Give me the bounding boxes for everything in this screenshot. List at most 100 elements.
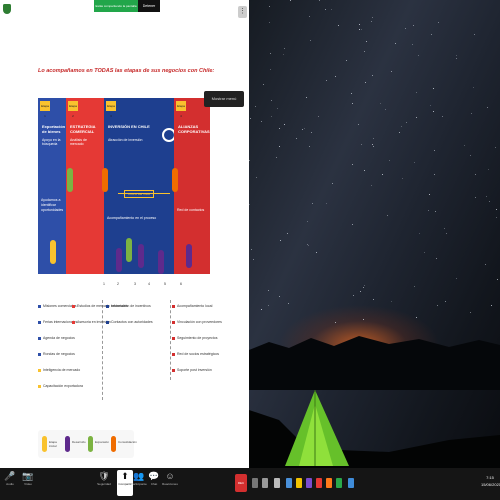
- star: [437, 305, 438, 306]
- star: [456, 55, 457, 56]
- star: [416, 92, 417, 93]
- tray-icon[interactable]: [252, 478, 258, 488]
- stage-subtitle: Atracción de inversión: [108, 138, 143, 142]
- star: [352, 103, 353, 104]
- tray-icon[interactable]: [306, 478, 312, 488]
- legend-swatch: [65, 436, 70, 452]
- participants-button[interactable]: 👥 Participantes: [131, 470, 147, 496]
- legend-swatch: [88, 436, 93, 452]
- participants-icon: 👥: [133, 471, 145, 481]
- star: [310, 40, 311, 41]
- legend: Etapa inicial Desarrollo Expansión Conso…: [38, 430, 137, 458]
- star: [424, 252, 425, 253]
- star: [445, 301, 446, 302]
- stage-tag: Etapa 1: [40, 101, 50, 118]
- marker-purple: [158, 250, 164, 274]
- star: [279, 296, 280, 297]
- star: [318, 116, 319, 117]
- tray-icon[interactable]: [262, 478, 268, 488]
- lifecycle-line: [118, 193, 170, 194]
- chat-button[interactable]: 💬 Chat: [146, 470, 162, 496]
- star: [288, 303, 289, 304]
- star: [371, 21, 372, 22]
- marker-green: [126, 238, 132, 262]
- star: [387, 215, 388, 216]
- stage-title: Exportación de bienes: [42, 124, 66, 134]
- stage-description: Red de contactos: [177, 208, 205, 212]
- star: [326, 80, 327, 81]
- star: [496, 209, 497, 210]
- star: [270, 69, 271, 70]
- list-item: Red de socios estratégicos: [172, 352, 219, 357]
- star: [412, 44, 413, 45]
- star: [413, 25, 414, 26]
- list-item: Acompañamiento local: [172, 304, 212, 309]
- star: [325, 9, 326, 10]
- star: [268, 305, 269, 306]
- star: [436, 258, 437, 259]
- star: [309, 16, 310, 17]
- star: [269, 22, 270, 23]
- star: [372, 17, 373, 18]
- star: [389, 160, 390, 161]
- reactions-button[interactable]: ☺ Reacciones: [162, 470, 178, 496]
- stage-subtitle: Apoyo en la búsqueda: [42, 138, 61, 146]
- lifecycle-badge: CICLO DE VIDA: [124, 190, 154, 198]
- star: [309, 146, 310, 147]
- star: [489, 201, 490, 202]
- legend-item: Desarrollo: [65, 434, 87, 454]
- star: [284, 48, 285, 49]
- star: [249, 204, 250, 205]
- star: [434, 174, 435, 175]
- mute-button[interactable]: 🎤 Audio: [2, 470, 18, 496]
- star: [307, 221, 308, 222]
- record-button[interactable]: REC: [235, 474, 247, 492]
- star: [488, 169, 489, 170]
- shield-icon: 🛡: [98, 471, 110, 481]
- meeting-taskbar: 🎤 Audio 📷 Vídeo 🛡 Seguridad ⬆ Compartir …: [0, 468, 500, 500]
- star: [380, 103, 381, 104]
- star: [399, 132, 400, 133]
- star: [296, 138, 297, 139]
- age-label: 6: [180, 282, 182, 286]
- legend-swatch: [42, 436, 47, 452]
- tray-icon[interactable]: [316, 478, 322, 488]
- legend-swatch: [111, 436, 116, 452]
- star: [268, 290, 269, 291]
- clock: 7:15 15/06/2021: [481, 474, 500, 496]
- star: [371, 185, 372, 186]
- star: [353, 295, 354, 296]
- tray-icon[interactable]: [326, 478, 332, 488]
- tray-icon[interactable]: [274, 478, 280, 488]
- camera-icon: 📷: [22, 471, 34, 481]
- tray-icon[interactable]: [336, 478, 342, 488]
- star: [395, 43, 396, 44]
- star: [433, 111, 434, 112]
- tray-icon[interactable]: [296, 478, 302, 488]
- stop-share-button[interactable]: Detener: [138, 0, 160, 12]
- star: [431, 34, 432, 35]
- tray-icon[interactable]: [286, 478, 292, 488]
- age-label: 2: [117, 282, 119, 286]
- floating-menu[interactable]: Mostrar menú: [204, 91, 244, 107]
- star: [277, 108, 278, 109]
- view-options-icon[interactable]: ⋮: [238, 6, 247, 18]
- star: [442, 116, 443, 117]
- star: [428, 210, 429, 211]
- microphone-icon: 🎤: [4, 471, 16, 481]
- sharing-status-indicator[interactable]: Estás compartiendo la pantalla: [94, 0, 138, 12]
- star: [444, 228, 445, 229]
- star: [250, 118, 251, 119]
- video-button[interactable]: 📷 Vídeo: [20, 470, 36, 496]
- stage-title: INVERSIÓN EN CHILE: [108, 124, 150, 129]
- star: [365, 82, 366, 83]
- list-item: Soporte post inversión: [172, 368, 212, 373]
- stage-title: ESTRATEGIA COMERCIAL: [70, 124, 96, 134]
- tray-icon[interactable]: [348, 478, 354, 488]
- reactions-icon: ☺: [165, 471, 175, 481]
- security-button[interactable]: 🛡 Seguridad: [96, 470, 112, 496]
- star: [429, 194, 430, 195]
- age-label: 3: [134, 282, 136, 286]
- star: [372, 144, 373, 145]
- star: [382, 174, 383, 175]
